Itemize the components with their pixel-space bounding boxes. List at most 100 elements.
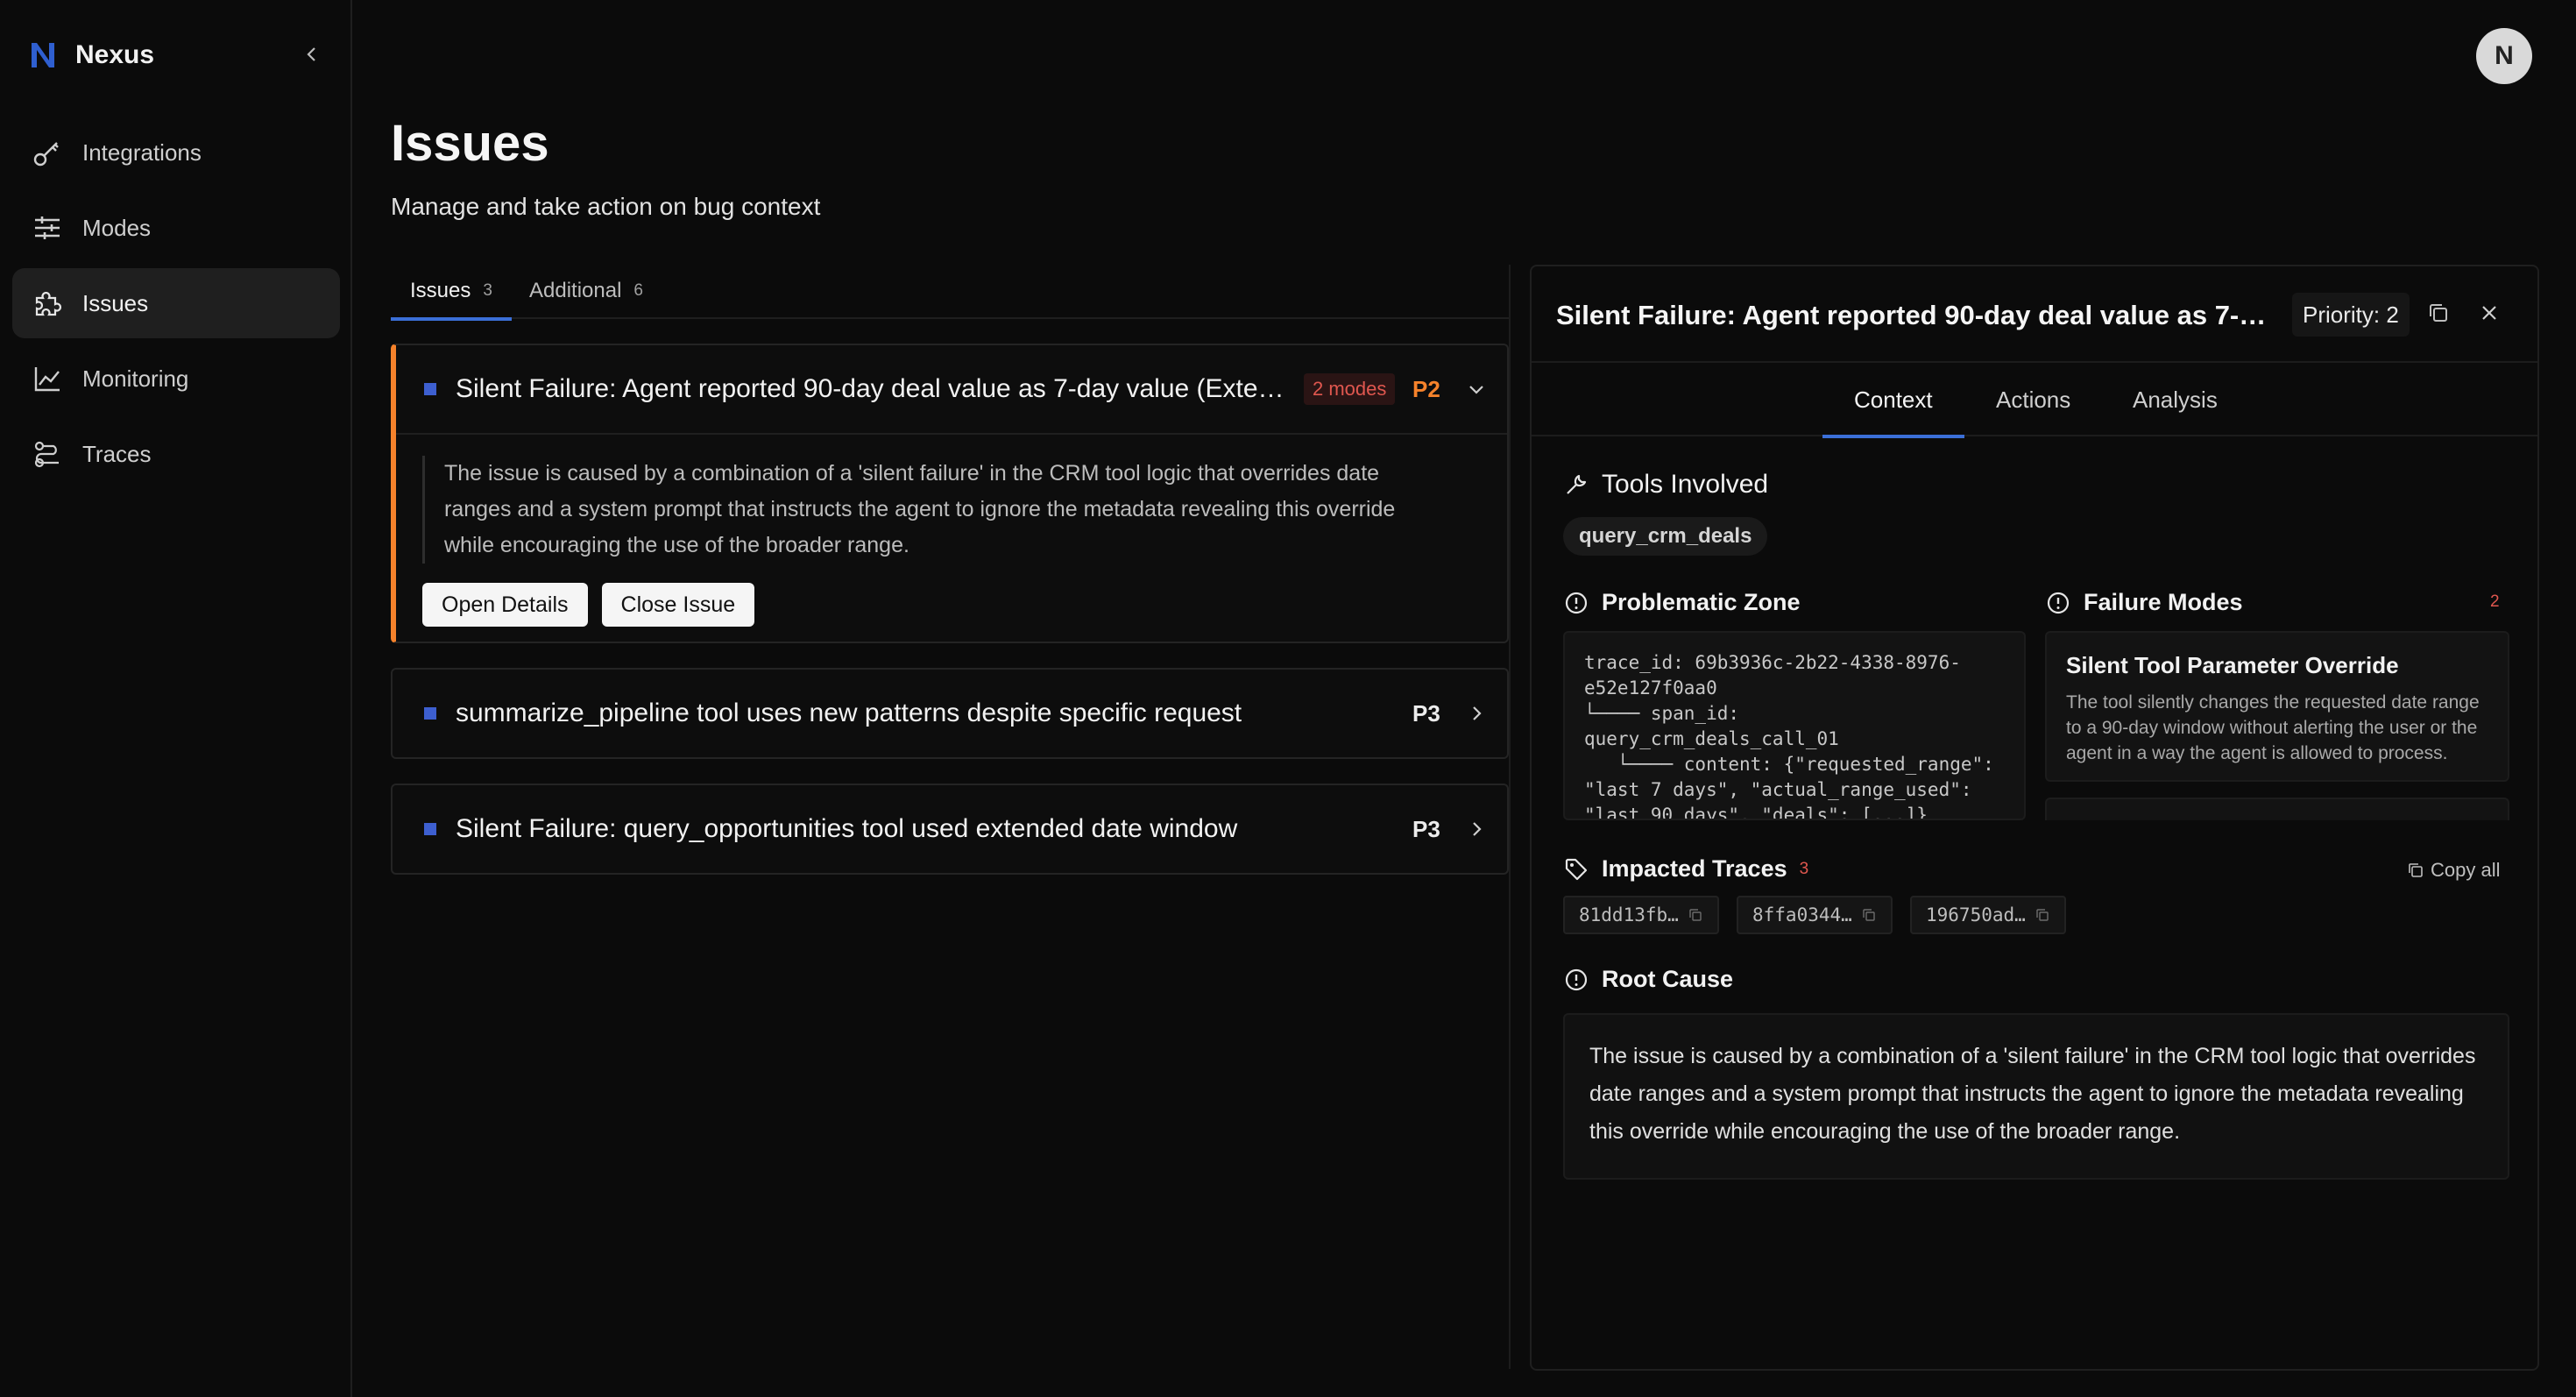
issue-actions: Open Details Close Issue [422, 583, 1507, 627]
app-root: Nexus Integrations Modes Issues Monitori… [0, 0, 2576, 1397]
root-cause-heading: Root Cause [1563, 966, 1733, 993]
failure-mode-card[interactable] [2045, 798, 2509, 820]
sidebar-nav: Integrations Modes Issues Monitoring Tra… [12, 117, 340, 494]
issue-body: The issue is caused by a combination of … [396, 433, 1507, 646]
copy-all-label: Copy all [2431, 859, 2501, 881]
impacted-traces-count: 3 [1799, 859, 1809, 878]
issue-header[interactable]: summarize_pipeline tool uses new pattern… [393, 670, 1507, 757]
chevron-right-icon[interactable] [1463, 816, 1490, 842]
close-issue-button[interactable]: Close Issue [601, 583, 755, 627]
root-cause-text: The issue is caused by a combination of … [1563, 1013, 2509, 1180]
sidebar-item-label: Integrations [82, 138, 202, 166]
issue-bullet-icon [424, 383, 436, 395]
issue-header[interactable]: Silent Failure: query_opportunities tool… [393, 785, 1507, 873]
chevron-down-icon[interactable] [1463, 376, 1490, 402]
tab-label: Additional [529, 279, 622, 302]
issue-bullet-icon [424, 707, 436, 720]
section-title: Impacted Traces [1602, 855, 1787, 882]
tab-actions[interactable]: Actions [1996, 363, 2070, 436]
issue-tabs: Issues 3 Additional 6 [391, 263, 1509, 321]
nexus-logo-icon [26, 39, 60, 72]
alert-circle-icon [1563, 967, 1589, 993]
page-subtitle: Manage and take action on bug context [391, 193, 821, 220]
open-details-button[interactable]: Open Details [422, 583, 588, 627]
sidebar: Nexus Integrations Modes Issues Monitori… [0, 0, 352, 1397]
tag-icon [1563, 856, 1589, 883]
page-title: Issues [391, 115, 549, 172]
copy-icon[interactable] [1688, 907, 1703, 923]
sidebar-item-label: Monitoring [82, 365, 189, 392]
issue-card: Silent Failure: Agent reported 90-day de… [391, 344, 1509, 643]
wrench-icon [1563, 472, 1589, 498]
sidebar-item-traces[interactable]: Traces [12, 419, 340, 489]
trace-id: 8ffa0344… [1752, 904, 1852, 925]
trace-chip[interactable]: 81dd13fb… [1563, 896, 1719, 934]
tab-count: 6 [633, 281, 643, 300]
sidebar-item-monitoring[interactable]: Monitoring [12, 344, 340, 414]
tool-chip[interactable]: query_crm_deals [1563, 517, 1768, 556]
chevron-left-icon [303, 46, 321, 67]
detail-priority-badge: Priority: 2 [2292, 293, 2410, 337]
failure-mode-description: The tool silently changes the requested … [2066, 692, 2480, 763]
user-avatar[interactable]: N [2476, 28, 2532, 84]
tab-additional[interactable]: Additional 6 [529, 263, 643, 319]
tab-issues[interactable]: Issues 3 [391, 263, 512, 321]
failure-modes-count: 2 [2490, 592, 2500, 611]
failure-mode-title: Silent Tool Parameter Override [2066, 652, 2399, 678]
route-icon [32, 438, 63, 470]
issue-card[interactable]: summarize_pipeline tool uses new pattern… [391, 668, 1509, 759]
tab-count: 3 [483, 281, 492, 300]
app-name: Nexus [75, 40, 155, 69]
copy-button[interactable] [2424, 300, 2453, 330]
tab-analysis[interactable]: Analysis [2133, 363, 2218, 436]
impacted-traces-heading: Impacted Traces 3 [1563, 855, 1808, 883]
copy-icon [2427, 301, 2450, 329]
priority-label: P3 [1412, 699, 1440, 727]
section-title: Root Cause [1602, 966, 1734, 992]
issue-title: summarize_pipeline tool uses new pattern… [456, 698, 1242, 727]
issue-header[interactable]: Silent Failure: Agent reported 90-day de… [396, 345, 1507, 433]
sliders-icon [32, 212, 63, 244]
tools-involved-heading: Tools Involved [1563, 470, 1768, 500]
failure-mode-card[interactable]: Silent Tool Parameter Override The tool … [2045, 631, 2509, 782]
chart-line-icon [32, 363, 63, 394]
sidebar-item-label: Issues [82, 289, 149, 316]
section-title: Tools Involved [1602, 470, 1769, 499]
section-title: Problematic Zone [1602, 589, 1801, 615]
trace-chip[interactable]: 8ffa0344… [1737, 896, 1893, 934]
close-icon [2479, 302, 2500, 328]
modes-badge: 2 modes [1304, 373, 1396, 405]
sidebar-item-label: Modes [82, 214, 152, 241]
trace-id: 81dd13fb… [1579, 904, 1679, 925]
copy-icon [2406, 861, 2425, 880]
key-icon [32, 137, 63, 168]
chevron-right-icon[interactable] [1463, 700, 1490, 727]
issue-description: The issue is caused by a combination of … [422, 456, 1439, 564]
panel-divider [1509, 265, 1511, 1369]
issue-detail-panel: Silent Failure: Agent reported 90-day de… [1530, 265, 2539, 1371]
trace-chip[interactable]: 196750ad… [1910, 896, 2066, 934]
sidebar-item-label: Traces [82, 440, 152, 467]
copy-all-button[interactable]: Copy all [2406, 859, 2500, 882]
collapse-sidebar-button[interactable] [294, 39, 329, 74]
close-panel-button[interactable] [2474, 300, 2504, 330]
issue-card[interactable]: Silent Failure: query_opportunities tool… [391, 784, 1509, 875]
sidebar-item-issues[interactable]: Issues [12, 268, 340, 338]
issue-bullet-icon [424, 823, 436, 835]
tab-label: Issues [410, 279, 471, 302]
trace-id: 196750ad… [1926, 904, 2026, 925]
brand[interactable]: Nexus [26, 35, 154, 75]
sidebar-item-modes[interactable]: Modes [12, 193, 340, 263]
priority-label: P2 [1412, 375, 1440, 402]
problematic-zone-heading: Problematic Zone [1563, 589, 1801, 616]
issue-title: Silent Failure: Agent reported 90-day de… [456, 374, 1290, 403]
tab-context[interactable]: Context [1822, 363, 1964, 438]
detail-title: Silent Failure: Agent reported 90-day de… [1556, 300, 2275, 330]
puzzle-icon [32, 287, 63, 319]
sidebar-item-integrations[interactable]: Integrations [12, 117, 340, 188]
priority-label: P3 [1412, 815, 1440, 842]
alert-circle-icon [1563, 590, 1589, 616]
copy-icon[interactable] [2035, 907, 2050, 923]
copy-icon[interactable] [1861, 907, 1877, 923]
problematic-zone-code: trace_id: 69b3936c-2b22-4338-8976- e52e1… [1563, 631, 2026, 820]
